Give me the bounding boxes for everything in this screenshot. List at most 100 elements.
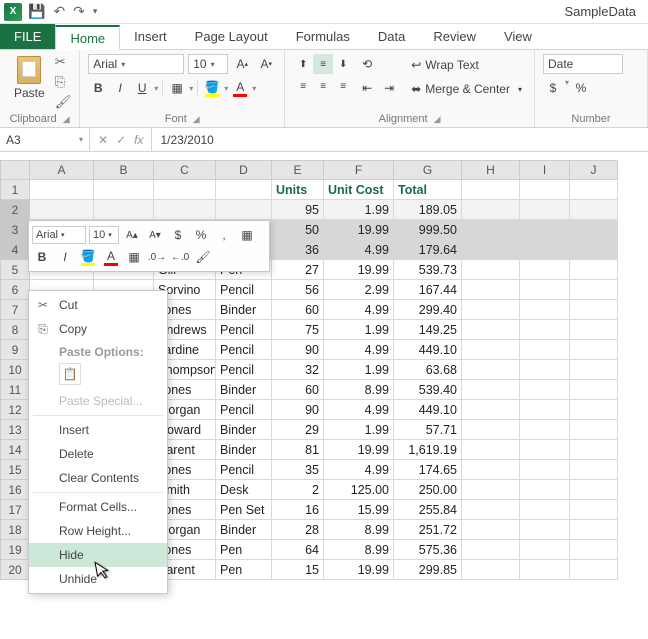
menu-cut[interactable]: ✂Cut bbox=[29, 293, 167, 317]
tab-insert[interactable]: Insert bbox=[120, 24, 181, 49]
cell[interactable]: 50 bbox=[272, 220, 324, 240]
cell[interactable]: 125.00 bbox=[324, 480, 394, 500]
cell[interactable]: 36 bbox=[272, 240, 324, 260]
cell[interactable] bbox=[216, 200, 272, 220]
mini-currency-icon[interactable]: $ bbox=[168, 225, 188, 245]
cell[interactable]: 1.99 bbox=[324, 320, 394, 340]
cell[interactable]: 1.99 bbox=[324, 200, 394, 220]
menu-format-cells[interactable]: Format Cells... bbox=[29, 495, 167, 519]
cell[interactable] bbox=[570, 200, 618, 220]
row-header[interactable]: 10 bbox=[0, 360, 30, 380]
enter-icon[interactable]: ✓ bbox=[116, 133, 126, 147]
orientation-icon[interactable]: ⟲ bbox=[357, 54, 377, 74]
menu-copy[interactable]: ⎘Copy bbox=[29, 317, 167, 341]
mini-dec-decimal-icon[interactable]: ←.0 bbox=[170, 247, 190, 267]
cell[interactable] bbox=[520, 520, 570, 540]
cell[interactable]: 15.99 bbox=[324, 500, 394, 520]
cell[interactable]: 4.99 bbox=[324, 240, 394, 260]
cell[interactable]: 29 bbox=[272, 420, 324, 440]
cell[interactable]: Pen bbox=[216, 560, 272, 580]
cell[interactable]: 90 bbox=[272, 340, 324, 360]
header-unitcost[interactable]: Unit Cost bbox=[324, 180, 394, 200]
cell[interactable]: 19.99 bbox=[324, 260, 394, 280]
col-header-B[interactable]: B bbox=[94, 160, 154, 180]
row-header[interactable]: 4 bbox=[0, 240, 30, 260]
cell[interactable] bbox=[570, 260, 618, 280]
cell[interactable]: Pencil bbox=[216, 340, 272, 360]
cell[interactable]: 4.99 bbox=[324, 460, 394, 480]
cell[interactable]: 149.25 bbox=[394, 320, 462, 340]
cell[interactable] bbox=[462, 420, 520, 440]
row-header[interactable]: 7 bbox=[0, 300, 30, 320]
row-header[interactable]: 20 bbox=[0, 560, 30, 580]
cell[interactable]: 27 bbox=[272, 260, 324, 280]
cell[interactable]: Pencil bbox=[216, 280, 272, 300]
cell[interactable] bbox=[462, 340, 520, 360]
row-header[interactable]: 18 bbox=[0, 520, 30, 540]
cell[interactable] bbox=[520, 320, 570, 340]
undo-icon[interactable]: ↶ bbox=[53, 3, 65, 20]
align-top-icon[interactable]: ⬆ bbox=[293, 54, 313, 74]
cell[interactable] bbox=[520, 240, 570, 260]
tab-file[interactable]: FILE bbox=[0, 24, 55, 49]
row-header[interactable]: 12 bbox=[0, 400, 30, 420]
cell[interactable]: 56 bbox=[272, 280, 324, 300]
menu-row-height[interactable]: Row Height... bbox=[29, 519, 167, 543]
mini-increase-font-icon[interactable]: A▴ bbox=[122, 225, 142, 245]
row-header[interactable]: 11 bbox=[0, 380, 30, 400]
cell[interactable]: 251.72 bbox=[394, 520, 462, 540]
cell[interactable] bbox=[154, 200, 216, 220]
row-header[interactable]: 3 bbox=[0, 220, 30, 240]
tab-view[interactable]: View bbox=[490, 24, 546, 49]
cell[interactable]: Pen Set bbox=[216, 500, 272, 520]
cell[interactable] bbox=[520, 420, 570, 440]
cell[interactable] bbox=[462, 220, 520, 240]
mini-percent-icon[interactable]: % bbox=[191, 225, 211, 245]
save-icon[interactable]: 💾 bbox=[28, 3, 45, 20]
cell[interactable]: 539.40 bbox=[394, 380, 462, 400]
mini-fill-color-icon[interactable]: 🪣 bbox=[78, 247, 98, 267]
cell[interactable] bbox=[570, 400, 618, 420]
cell[interactable] bbox=[570, 320, 618, 340]
cell[interactable]: 35 bbox=[272, 460, 324, 480]
fx-icon[interactable]: fx bbox=[134, 133, 143, 147]
cell[interactable] bbox=[570, 460, 618, 480]
cell[interactable] bbox=[462, 440, 520, 460]
mini-comma-icon[interactable]: , bbox=[214, 225, 234, 245]
cell[interactable]: 449.10 bbox=[394, 340, 462, 360]
mini-font-combo[interactable]: Arial▾ bbox=[32, 226, 86, 244]
cell[interactable] bbox=[520, 500, 570, 520]
font-name-combo[interactable]: Arial▾ bbox=[88, 54, 184, 74]
cell[interactable]: 28 bbox=[272, 520, 324, 540]
cell[interactable]: Binder bbox=[216, 380, 272, 400]
cell[interactable]: 63.68 bbox=[394, 360, 462, 380]
col-header-D[interactable]: D bbox=[216, 160, 272, 180]
cell[interactable] bbox=[570, 560, 618, 580]
cell[interactable]: Pencil bbox=[216, 400, 272, 420]
cell[interactable]: 90 bbox=[272, 400, 324, 420]
col-header-G[interactable]: G bbox=[394, 160, 462, 180]
align-right-icon[interactable]: ≡ bbox=[333, 76, 353, 96]
cell[interactable] bbox=[520, 220, 570, 240]
tab-review[interactable]: Review bbox=[419, 24, 490, 49]
border-button[interactable]: ▦ bbox=[167, 78, 187, 98]
row-header[interactable]: 5 bbox=[0, 260, 30, 280]
cell[interactable] bbox=[520, 340, 570, 360]
row-header[interactable]: 16 bbox=[0, 480, 30, 500]
cell[interactable] bbox=[520, 360, 570, 380]
cell[interactable] bbox=[520, 400, 570, 420]
cell[interactable]: 57.71 bbox=[394, 420, 462, 440]
italic-button[interactable]: I bbox=[110, 78, 130, 98]
cell[interactable] bbox=[30, 200, 94, 220]
cell[interactable]: 2.99 bbox=[324, 280, 394, 300]
cell[interactable] bbox=[462, 480, 520, 500]
formula-input[interactable]: 1/23/2010 bbox=[152, 128, 648, 151]
cell[interactable] bbox=[462, 380, 520, 400]
col-header-I[interactable]: I bbox=[520, 160, 570, 180]
cell[interactable] bbox=[570, 540, 618, 560]
cell[interactable] bbox=[520, 460, 570, 480]
increase-font-icon[interactable]: A▴ bbox=[232, 54, 252, 74]
alignment-launcher-icon[interactable]: ◢ bbox=[434, 114, 441, 125]
cell[interactable]: 449.10 bbox=[394, 400, 462, 420]
cell[interactable] bbox=[570, 480, 618, 500]
